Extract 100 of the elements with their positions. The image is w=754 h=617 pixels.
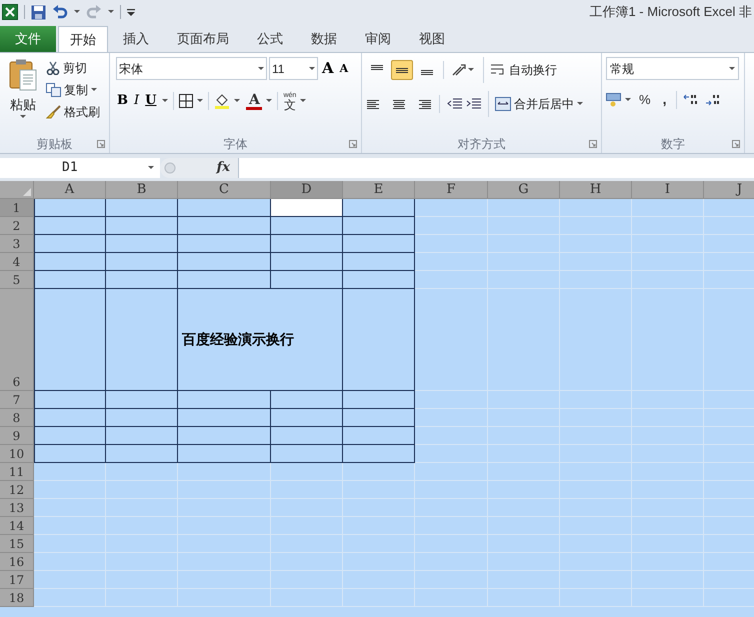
grid-cell[interactable] xyxy=(343,445,415,463)
grid-cell[interactable] xyxy=(178,235,271,253)
row-header[interactable]: 16 xyxy=(0,553,34,571)
grid-cell[interactable] xyxy=(271,271,343,289)
formula-input[interactable] xyxy=(238,158,754,178)
underline-button[interactable]: U xyxy=(142,90,172,112)
resize-handle-icon[interactable] xyxy=(164,162,176,174)
grid-cell[interactable] xyxy=(106,445,178,463)
grid-cell[interactable] xyxy=(271,391,343,409)
grid-cell[interactable] xyxy=(106,409,178,427)
grid-cell[interactable] xyxy=(271,235,343,253)
grid-cell[interactable] xyxy=(178,391,271,409)
column-header[interactable]: J xyxy=(704,181,754,199)
grid-cell[interactable] xyxy=(106,427,178,445)
grid-cell[interactable] xyxy=(178,445,271,463)
row-header[interactable]: 14 xyxy=(0,517,34,535)
grid-cell[interactable] xyxy=(343,427,415,445)
name-box[interactable]: D1 xyxy=(0,158,160,178)
grid-cell[interactable] xyxy=(34,445,106,463)
ribbon-tab[interactable]: 视图 xyxy=(406,26,458,52)
grid-cell[interactable] xyxy=(343,391,415,409)
grid-cell[interactable] xyxy=(178,217,271,235)
grid-cell[interactable] xyxy=(271,445,343,463)
row-header[interactable]: 11 xyxy=(0,463,34,481)
grid-cell[interactable] xyxy=(343,217,415,235)
grid-cell[interactable] xyxy=(34,271,106,289)
row-header[interactable]: 5 xyxy=(0,271,34,289)
column-header[interactable]: F xyxy=(415,181,488,199)
cut-button[interactable]: 剪切 xyxy=(46,59,100,77)
customize-toolbar-icon[interactable] xyxy=(127,8,135,16)
increase-indent-icon[interactable] xyxy=(466,98,482,110)
font-name-field[interactable]: 宋体 xyxy=(116,57,267,80)
row-header[interactable]: 7 xyxy=(0,391,34,409)
dialog-launcher-icon[interactable] xyxy=(732,140,740,148)
row-header[interactable]: 12 xyxy=(0,481,34,499)
column-header[interactable]: B xyxy=(106,181,178,199)
active-cell[interactable] xyxy=(271,199,343,217)
ribbon-tab[interactable]: 公式 xyxy=(244,26,296,52)
grid-cell[interactable] xyxy=(271,409,343,427)
vertical-align-button[interactable] xyxy=(391,60,413,80)
number-format-field[interactable]: 常规 xyxy=(606,57,739,80)
grid-cell[interactable] xyxy=(106,391,178,409)
grid-cell[interactable] xyxy=(178,409,271,427)
dialog-launcher-icon[interactable] xyxy=(589,140,597,148)
row-header[interactable]: 10 xyxy=(0,445,34,463)
grid-cell[interactable] xyxy=(343,271,415,289)
row-header[interactable]: 18 xyxy=(0,589,34,607)
grid-cell[interactable] xyxy=(343,199,415,217)
grow-font-button[interactable]: A xyxy=(320,61,336,76)
grid-cell[interactable] xyxy=(106,199,178,217)
row-header[interactable]: 6 xyxy=(0,289,34,391)
row-header[interactable]: 17 xyxy=(0,571,34,589)
column-header[interactable]: D xyxy=(271,181,343,199)
dialog-launcher-icon[interactable] xyxy=(349,140,357,148)
bold-button[interactable]: B xyxy=(114,90,131,112)
copy-button[interactable]: 复制 xyxy=(46,81,100,99)
decrease-indent-icon[interactable] xyxy=(447,98,463,110)
column-header[interactable]: E xyxy=(343,181,415,199)
grid-cell[interactable] xyxy=(271,217,343,235)
grid-cell[interactable] xyxy=(34,199,106,217)
dialog-launcher-icon[interactable] xyxy=(97,140,105,148)
currency-button[interactable] xyxy=(606,92,631,106)
ribbon-tab[interactable]: 数据 xyxy=(298,26,350,52)
undo-icon[interactable] xyxy=(52,5,68,19)
grid-cell[interactable] xyxy=(178,199,271,217)
grid-cell[interactable] xyxy=(34,235,106,253)
grid-cell[interactable] xyxy=(178,271,271,289)
ribbon-tab[interactable]: 插入 xyxy=(110,26,162,52)
comma-button[interactable]: , xyxy=(658,89,670,110)
format-painter-button[interactable]: 格式刷 xyxy=(46,103,100,121)
row-header[interactable]: 4 xyxy=(0,253,34,271)
row-header[interactable]: 15 xyxy=(0,535,34,553)
grid-cell[interactable] xyxy=(34,253,106,271)
grid-cell[interactable] xyxy=(178,427,271,445)
grid-cell[interactable] xyxy=(106,235,178,253)
grid-cell[interactable] xyxy=(106,271,178,289)
shrink-font-button[interactable]: A xyxy=(338,63,350,74)
column-header[interactable]: A xyxy=(34,181,106,199)
row-header[interactable]: 1 xyxy=(0,199,34,217)
row-header[interactable]: 9 xyxy=(0,427,34,445)
grid-cell[interactable] xyxy=(106,253,178,271)
grid-cell[interactable] xyxy=(343,253,415,271)
grid-cell[interactable] xyxy=(271,253,343,271)
paste-button[interactable]: 粘贴 xyxy=(4,57,42,121)
row-header[interactable]: 2 xyxy=(0,217,34,235)
redo-icon[interactable] xyxy=(86,5,102,19)
insert-function-button[interactable]: fx xyxy=(216,158,230,178)
increase-decimal-icon[interactable] xyxy=(683,94,700,106)
row-header[interactable]: 3 xyxy=(0,235,34,253)
grid-cell[interactable] xyxy=(178,253,271,271)
ribbon-tab[interactable]: 审阅 xyxy=(352,26,404,52)
wrap-text-button[interactable]: 自动换行 xyxy=(490,61,557,79)
font-size-field[interactable]: 11 xyxy=(269,57,318,80)
select-all-corner[interactable] xyxy=(0,181,34,199)
column-header[interactable]: C xyxy=(178,181,271,199)
italic-button[interactable]: I xyxy=(131,90,142,112)
grid-cell[interactable] xyxy=(34,391,106,409)
decrease-decimal-icon[interactable] xyxy=(705,94,722,106)
row-header[interactable]: 13 xyxy=(0,499,34,517)
column-header[interactable]: G xyxy=(488,181,560,199)
